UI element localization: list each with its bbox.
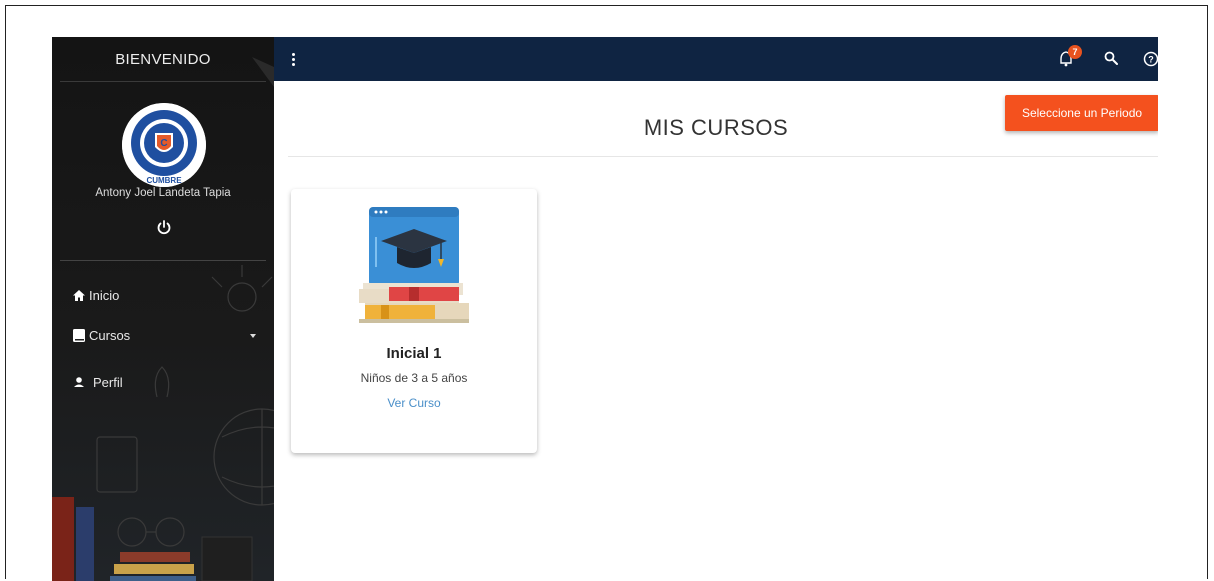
sidebar-item-perfil[interactable]: Perfil	[73, 375, 123, 390]
menu-dots-icon[interactable]	[292, 53, 296, 67]
app: BIENVENIDO C CUMBRE Antony Joel Landeta …	[52, 37, 1158, 581]
course-card[interactable]: Inicial 1 Niños de 3 a 5 años Ver Curso	[291, 189, 537, 453]
school-logo: C CUMBRE	[122, 103, 206, 187]
book-icon	[73, 329, 85, 342]
course-title: Inicial 1	[386, 345, 442, 362]
select-period-button[interactable]: Seleccione un Periodo	[1005, 95, 1158, 131]
sidebar-item-cursos[interactable]: Cursos	[73, 328, 130, 343]
notification-badge: 7	[1068, 45, 1082, 59]
view-course-link[interactable]: Ver Curso	[291, 396, 537, 410]
user-name: Antony Joel Landeta Tapia	[95, 187, 231, 199]
course-subtitle: Niños de 3 a 5 años	[360, 371, 468, 385]
sidebar: BIENVENIDO C CUMBRE Antony Joel Landeta …	[52, 37, 274, 581]
search-icon[interactable]	[1104, 51, 1118, 65]
power-icon[interactable]	[154, 217, 174, 237]
home-icon	[73, 290, 85, 301]
help-icon[interactable]: ?	[1143, 51, 1158, 67]
svg-text:C: C	[160, 138, 167, 149]
sidebar-item-label: Inicio	[89, 288, 120, 303]
sidebar-divider	[60, 260, 266, 261]
user-icon	[74, 377, 84, 387]
sidebar-item-inicio[interactable]: Inicio	[73, 288, 119, 303]
sidebar-item-label: Perfil	[93, 375, 123, 390]
chevron-down-icon[interactable]	[250, 334, 256, 338]
sidebar-item-label: Cursos	[89, 328, 131, 343]
svg-text:?: ?	[1148, 55, 1154, 65]
title-divider	[288, 156, 1158, 157]
topbar: 7 ?	[274, 37, 1158, 81]
svg-text:CUMBRE: CUMBRE	[146, 176, 182, 185]
course-image-graduation-icon	[359, 207, 469, 323]
main-content: MIS CURSOS Seleccione un Periodo Inicial…	[274, 81, 1158, 581]
